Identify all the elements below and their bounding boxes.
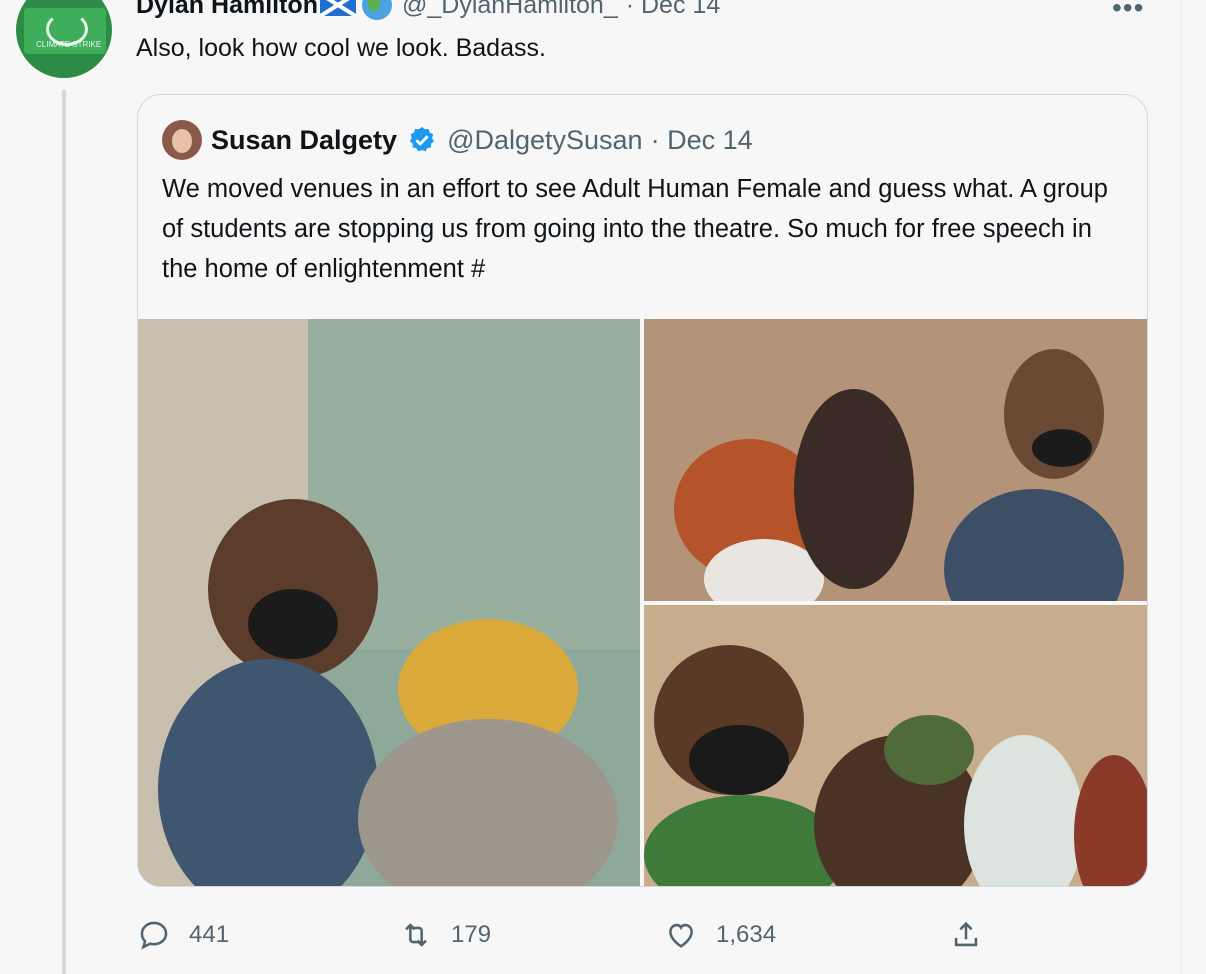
retweet-count: 179 [451, 921, 492, 948]
like-button[interactable]: 1,634 [664, 912, 776, 958]
author-name[interactable]: Dylan Hamilton [136, 0, 318, 20]
quoted-tweet-text: We moved venues in an effort to see Adul… [162, 175, 1108, 283]
media-photo-2[interactable] [644, 319, 1147, 601]
tweet-actions: 441 179 1,634 [137, 912, 1146, 958]
tweet-date[interactable]: · Dec 14 [626, 0, 720, 20]
more-options-icon[interactable]: ••• [1112, 0, 1144, 24]
quoted-tweet-header: Susan Dalgety @DalgetySusan · Dec 14 [162, 119, 753, 161]
verified-badge-icon [409, 126, 434, 152]
retweet-icon [405, 923, 427, 947]
quoted-tweet-card[interactable]: Susan Dalgety @DalgetySusan · Dec 14 We … [137, 94, 1148, 887]
tweet-header: Dylan Hamilton @_DylanHamilton_ · Dec 14 [136, 0, 720, 22]
media-photo-3[interactable] [644, 605, 1147, 886]
media-photo-1[interactable] [138, 319, 640, 886]
quoted-author-handle[interactable]: @DalgetySusan [447, 125, 643, 156]
like-count: 1,634 [716, 921, 777, 948]
avatar-flag-text: CLIMATE STRIKE [36, 40, 102, 49]
retweet-button[interactable]: 179 [399, 912, 491, 958]
reply-count: 441 [189, 921, 230, 948]
quoted-author-avatar[interactable] [162, 120, 202, 160]
share-icon [954, 921, 978, 947]
reply-icon [140, 921, 168, 950]
globe-icon [361, 0, 392, 20]
quoted-tweet-media [138, 319, 1147, 886]
quoted-author-name[interactable]: Susan Dalgety [211, 125, 397, 156]
quoted-tweet-date[interactable]: · Dec 14 [651, 125, 753, 156]
scotland-flag-icon [319, 0, 356, 16]
author-avatar[interactable]: CLIMATE STRIKE [16, 0, 112, 78]
thread-line [62, 90, 66, 974]
share-button[interactable] [949, 912, 1001, 958]
heart-icon [669, 923, 693, 948]
tweet-text: Also, look how cool we look. Badass. [136, 34, 546, 62]
author-handle[interactable]: @_DylanHamilton_ [402, 0, 618, 20]
timeline-border [1181, 0, 1182, 974]
reply-button[interactable]: 441 [137, 912, 229, 958]
